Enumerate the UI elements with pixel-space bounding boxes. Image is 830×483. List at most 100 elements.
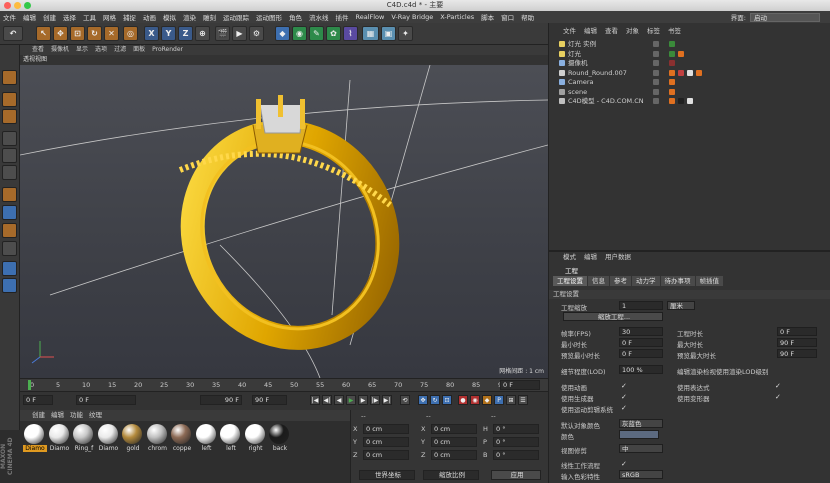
- solo-icon[interactable]: [2, 261, 17, 276]
- rotate-icon[interactable]: ↻: [87, 26, 102, 41]
- object-name[interactable]: 摄像机: [568, 59, 588, 68]
- perspective-viewport[interactable]: 网格间距 : 1 cm: [20, 65, 548, 378]
- object-row[interactable]: C4D模型 - C4D.COM.CN: [549, 97, 830, 106]
- prev-key-icon[interactable]: ◀|: [322, 395, 332, 405]
- menu-mesh[interactable]: 网格: [103, 12, 116, 22]
- param-key-icon[interactable]: ⊞: [506, 395, 516, 405]
- object-tag-icon[interactable]: [696, 69, 702, 76]
- timeline-ruler[interactable]: 051015202530354045505560657075808590 0 F: [20, 378, 548, 391]
- object-tag-icon[interactable]: [669, 79, 675, 85]
- menu-snap[interactable]: 捕捉: [123, 12, 136, 22]
- visibility-toggle[interactable]: [653, 79, 659, 85]
- use-expression-checkbox[interactable]: ✓: [775, 383, 781, 390]
- coord-value-field[interactable]: 0 cm: [363, 437, 409, 447]
- render-picture-viewer-icon[interactable]: ▶: [232, 26, 247, 41]
- material-menu-create[interactable]: 创建: [32, 410, 45, 421]
- camera-icon[interactable]: ▣: [381, 26, 396, 41]
- minimize-window-button[interactable]: [14, 2, 21, 9]
- recent-tool-icon[interactable]: ✕: [104, 26, 119, 41]
- end-frame-field[interactable]: 90 F: [252, 395, 287, 405]
- tab-info[interactable]: 信息: [588, 276, 609, 286]
- menu-animate[interactable]: 动画: [143, 12, 156, 22]
- object-name[interactable]: Camera: [568, 78, 594, 87]
- world-coords-icon[interactable]: ⊕: [195, 26, 210, 41]
- menu-render[interactable]: 渲染: [183, 12, 196, 22]
- coord-value-field[interactable]: 0 cm: [363, 450, 409, 460]
- menu-motion-tracking[interactable]: 运动跟踪: [223, 12, 249, 22]
- object-menu-file[interactable]: 文件: [563, 26, 576, 36]
- object-menu-tags[interactable]: 标签: [647, 26, 660, 36]
- use-animation-checkbox[interactable]: ✓: [621, 383, 627, 390]
- material-swatch[interactable]: Diamo: [97, 424, 119, 452]
- deformer-icon[interactable]: ⌇: [343, 26, 358, 41]
- material-menu-function[interactable]: 功能: [70, 410, 83, 421]
- object-name[interactable]: C4D模型 - C4D.COM.CN: [568, 97, 644, 106]
- object-name[interactable]: Round_Round.007: [568, 69, 627, 78]
- object-tag-icon[interactable]: [687, 98, 693, 104]
- viewport-menu-camera[interactable]: 摄像机: [51, 45, 69, 55]
- viewport-menu-prorender[interactable]: ProRender: [152, 45, 183, 55]
- menu-help[interactable]: 帮助: [521, 12, 534, 22]
- scale-icon[interactable]: ⊡: [70, 26, 85, 41]
- visibility-toggle[interactable]: [653, 98, 659, 104]
- coord-value-field[interactable]: 0 cm: [431, 424, 477, 434]
- coord-value-field[interactable]: 0 °: [493, 424, 539, 434]
- material-swatch[interactable]: left: [195, 424, 217, 452]
- menu-pipeline[interactable]: 流水线: [309, 12, 329, 22]
- coord-system-select[interactable]: 世界坐标: [359, 470, 415, 480]
- object-tag-icon[interactable]: [678, 69, 684, 76]
- object-name[interactable]: 灯光 实例: [568, 40, 596, 49]
- material-menu-texture[interactable]: 纹理: [89, 410, 102, 421]
- fps-field[interactable]: 30: [619, 327, 663, 336]
- position-key-icon[interactable]: P: [494, 395, 504, 405]
- gold-ring-model[interactable]: [157, 95, 423, 372]
- menu-tools[interactable]: 工具: [83, 12, 96, 22]
- object-menu-bookmarks[interactable]: 书签: [668, 26, 681, 36]
- min-time-field[interactable]: 0 F: [619, 338, 663, 347]
- object-menu-edit[interactable]: 编辑: [584, 26, 597, 36]
- spline-pen-icon[interactable]: ✎: [309, 26, 324, 41]
- timeline-playhead[interactable]: [28, 380, 31, 390]
- menu-xparticles[interactable]: X-Particles: [440, 13, 474, 21]
- object-name[interactable]: 灯光: [568, 50, 581, 59]
- visibility-toggle[interactable]: [653, 60, 659, 66]
- menu-create[interactable]: 创建: [43, 12, 56, 22]
- move-icon[interactable]: ✥: [53, 26, 68, 41]
- preview-max-field[interactable]: 90 F: [777, 349, 817, 358]
- material-swatch[interactable]: chrom: [146, 424, 168, 452]
- material-swatch[interactable]: left: [219, 424, 241, 452]
- viewport-menu-filter[interactable]: 过滤: [114, 45, 126, 55]
- step-back-icon[interactable]: ◀: [334, 395, 344, 405]
- object-tag-icon[interactable]: [687, 69, 693, 76]
- material-swatch[interactable]: Diamo: [48, 424, 70, 452]
- object-name[interactable]: scene: [568, 88, 587, 97]
- object-row[interactable]: 灯光 实例: [549, 40, 830, 49]
- object-row[interactable]: Camera: [549, 78, 830, 87]
- viewport-menu-view[interactable]: 查看: [32, 45, 44, 55]
- undo-icon[interactable]: ↶: [3, 26, 23, 41]
- viewport-menu-panel[interactable]: 面板: [133, 45, 145, 55]
- menu-simulate[interactable]: 模拟: [163, 12, 176, 22]
- scale-project-button[interactable]: 缩放工程...: [563, 312, 663, 321]
- linear-workflow-checkbox[interactable]: ✓: [621, 461, 627, 468]
- render-view-icon[interactable]: 🎬: [215, 26, 230, 41]
- tab-project-settings[interactable]: 工程设置: [553, 276, 587, 286]
- coord-value-field[interactable]: 0 cm: [363, 424, 409, 434]
- input-color-profile-select[interactable]: sRGB: [619, 470, 663, 479]
- tab-interpolation[interactable]: 帧插值: [695, 276, 723, 286]
- tweak-mode-icon[interactable]: [2, 205, 17, 220]
- project-time-field[interactable]: 0 F: [777, 327, 817, 336]
- render-settings-icon[interactable]: ⚙: [249, 26, 264, 41]
- object-tag-icon[interactable]: [678, 98, 684, 104]
- visibility-toggle[interactable]: [653, 69, 659, 76]
- axis-x-button[interactable]: X: [144, 26, 159, 41]
- preview-min-field[interactable]: 0 F: [619, 349, 663, 358]
- use-generators-checkbox[interactable]: ✓: [621, 394, 627, 401]
- object-menu-object[interactable]: 对象: [626, 26, 639, 36]
- object-row[interactable]: scene: [549, 88, 830, 97]
- menu-window[interactable]: 窗口: [501, 12, 514, 22]
- menu-realflow[interactable]: RealFlow: [356, 13, 385, 21]
- floor-icon[interactable]: ▦: [362, 26, 379, 41]
- record-icon[interactable]: ●: [458, 395, 468, 405]
- light-icon[interactable]: ✦: [398, 26, 413, 41]
